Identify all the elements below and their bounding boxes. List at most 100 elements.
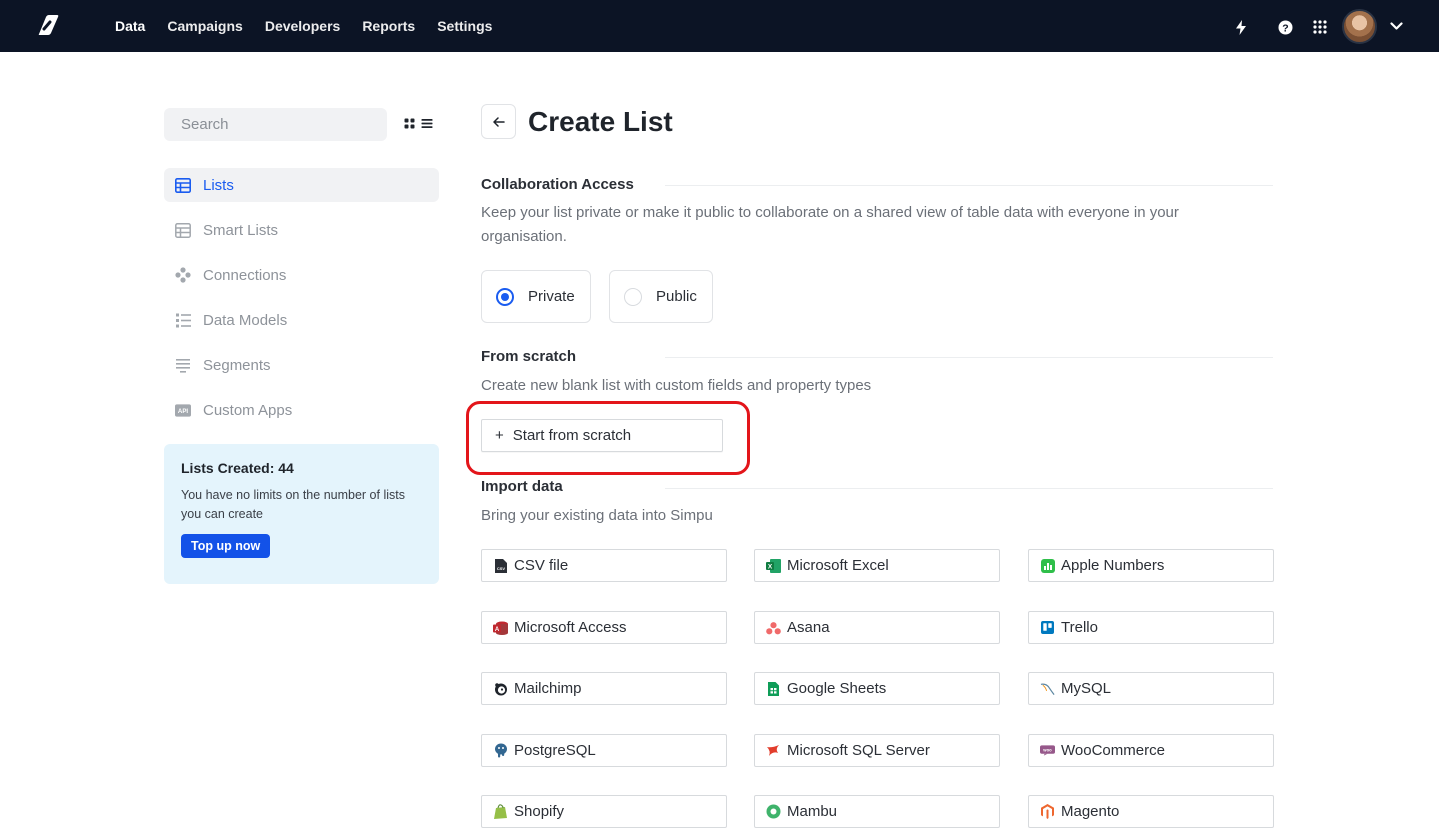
sidebar-item-smart-lists[interactable]: Smart Lists xyxy=(164,213,439,247)
shopify-icon xyxy=(493,804,508,819)
page-title: Create List xyxy=(528,106,673,137)
arrow-left-icon xyxy=(492,116,505,127)
magento-icon xyxy=(1040,804,1055,819)
import-label: Apple Numbers xyxy=(1061,557,1165,574)
nav-reports[interactable]: Reports xyxy=(362,18,415,34)
top-nav: Data Campaigns Developers Reports Settin… xyxy=(0,0,1439,52)
import-mambu-button[interactable]: Mambu xyxy=(754,795,1000,828)
public-option[interactable]: Public xyxy=(609,270,713,323)
help-icon[interactable]: ? xyxy=(1277,19,1293,35)
avatar[interactable] xyxy=(1342,9,1377,44)
nav-campaigns[interactable]: Campaigns xyxy=(167,18,242,34)
import-shopify-button[interactable]: Shopify xyxy=(481,795,727,828)
import-label: CSV file xyxy=(514,557,569,574)
nav-developers[interactable]: Developers xyxy=(265,18,340,34)
segments-icon xyxy=(175,357,191,373)
sidebar-item-connections[interactable]: Connections xyxy=(164,258,439,292)
list-view-icon[interactable] xyxy=(421,118,433,129)
svg-text:API: API xyxy=(178,408,188,415)
api-icon: API xyxy=(175,402,191,418)
section-divider xyxy=(665,488,1273,489)
start-from-scratch-label: Start from scratch xyxy=(512,427,632,444)
svg-text:CSV: CSV xyxy=(496,566,505,571)
google-sheets-icon xyxy=(766,681,781,696)
sidebar-item-label: Lists xyxy=(203,176,234,194)
public-radio[interactable] xyxy=(624,287,642,306)
import-label: Microsoft SQL Server xyxy=(787,742,930,759)
postgresql-icon xyxy=(493,743,508,758)
scratch-title: From scratch xyxy=(481,348,577,365)
top-up-button[interactable]: Top up now xyxy=(181,534,271,558)
lightning-icon[interactable] xyxy=(1233,19,1249,35)
import-csv-button[interactable]: CSV CSV file xyxy=(481,549,727,582)
collaboration-title: Collaboration Access xyxy=(481,176,634,193)
import-label: Google Sheets xyxy=(787,680,887,697)
import-trello-button[interactable]: Trello xyxy=(1028,611,1274,644)
section-divider xyxy=(665,185,1273,186)
import-label: Magento xyxy=(1061,803,1120,820)
apps-grid-icon[interactable] xyxy=(1312,19,1328,35)
import-mailchimp-button[interactable]: Mailchimp xyxy=(481,672,727,705)
sidebar-item-segments[interactable]: Segments xyxy=(164,348,439,382)
back-button[interactable] xyxy=(481,104,516,139)
svg-text:A: A xyxy=(495,627,500,633)
woocommerce-icon: woo xyxy=(1040,743,1055,758)
import-apple-numbers-button[interactable]: Apple Numbers xyxy=(1028,549,1274,582)
import-google-sheets-button[interactable]: Google Sheets xyxy=(754,672,1000,705)
import-woocommerce-button[interactable]: woo WooCommerce xyxy=(1028,734,1274,767)
mambu-icon xyxy=(766,804,781,819)
import-label: PostgreSQL xyxy=(514,742,596,759)
import-label: Microsoft Excel xyxy=(787,557,889,574)
mailchimp-icon xyxy=(493,681,508,696)
sidebar-item-label: Smart Lists xyxy=(203,221,279,239)
collaboration-description: Keep your list private or make it public… xyxy=(481,204,1179,245)
data-models-icon xyxy=(175,312,191,328)
lists-info-card: Lists Created: 44 You have no limits on … xyxy=(164,444,439,584)
sql-server-icon xyxy=(766,743,781,758)
mysql-icon xyxy=(1040,681,1055,696)
search-input[interactable] xyxy=(164,108,387,141)
private-option[interactable]: Private xyxy=(481,270,591,323)
sidebar-item-data-models[interactable]: Data Models xyxy=(164,303,439,337)
trello-icon xyxy=(1040,620,1055,635)
chevron-down-icon[interactable] xyxy=(1388,18,1404,34)
view-toggle xyxy=(404,118,433,129)
import-sql-server-button[interactable]: Microsoft SQL Server xyxy=(754,734,1000,767)
svg-text:?: ? xyxy=(1282,22,1288,34)
import-label: MySQL xyxy=(1061,680,1112,697)
private-radio[interactable] xyxy=(496,287,514,306)
nav-settings[interactable]: Settings xyxy=(437,18,492,34)
import-excel-button[interactable]: X Microsoft Excel xyxy=(754,549,1000,582)
sidebar-item-label: Custom Apps xyxy=(203,401,293,419)
simpu-logo-icon[interactable] xyxy=(34,14,60,36)
import-postgresql-button[interactable]: PostgreSQL xyxy=(481,734,727,767)
import-access-button[interactable]: A Microsoft Access xyxy=(481,611,727,644)
access-icon: A xyxy=(493,620,508,635)
asana-icon xyxy=(766,620,781,635)
plus-icon: + xyxy=(495,427,504,444)
connections-icon xyxy=(175,267,191,283)
sidebar-item-lists[interactable]: Lists xyxy=(164,168,439,202)
import-title: Import data xyxy=(481,478,563,495)
import-asana-button[interactable]: Asana xyxy=(754,611,1000,644)
import-description: Bring your existing data into Simpu xyxy=(481,507,713,524)
start-from-scratch-button[interactable]: + Start from scratch xyxy=(481,419,723,452)
import-label: Mailchimp xyxy=(514,680,582,697)
scratch-description: Create new blank list with custom fields… xyxy=(481,377,872,394)
excel-icon: X xyxy=(766,558,781,573)
sidebar-item-custom-apps[interactable]: API Custom Apps xyxy=(164,393,439,427)
lists-created-count: Lists Created: 44 xyxy=(181,460,294,476)
import-label: Trello xyxy=(1061,619,1098,636)
csv-file-icon: CSV xyxy=(493,558,508,573)
public-label: Public xyxy=(656,288,697,305)
sidebar-item-label: Connections xyxy=(203,266,287,284)
lists-limit-text: You have no limits on the number of list… xyxy=(181,488,405,521)
private-label: Private xyxy=(528,288,575,305)
import-mysql-button[interactable]: MySQL xyxy=(1028,672,1274,705)
sidebar-item-label: Segments xyxy=(203,356,271,374)
nav-data[interactable]: Data xyxy=(115,18,145,34)
import-magento-button[interactable]: Magento xyxy=(1028,795,1274,828)
grid-view-icon[interactable] xyxy=(404,118,415,129)
table-icon xyxy=(175,177,191,193)
sidebar-item-label: Data Models xyxy=(203,311,288,329)
